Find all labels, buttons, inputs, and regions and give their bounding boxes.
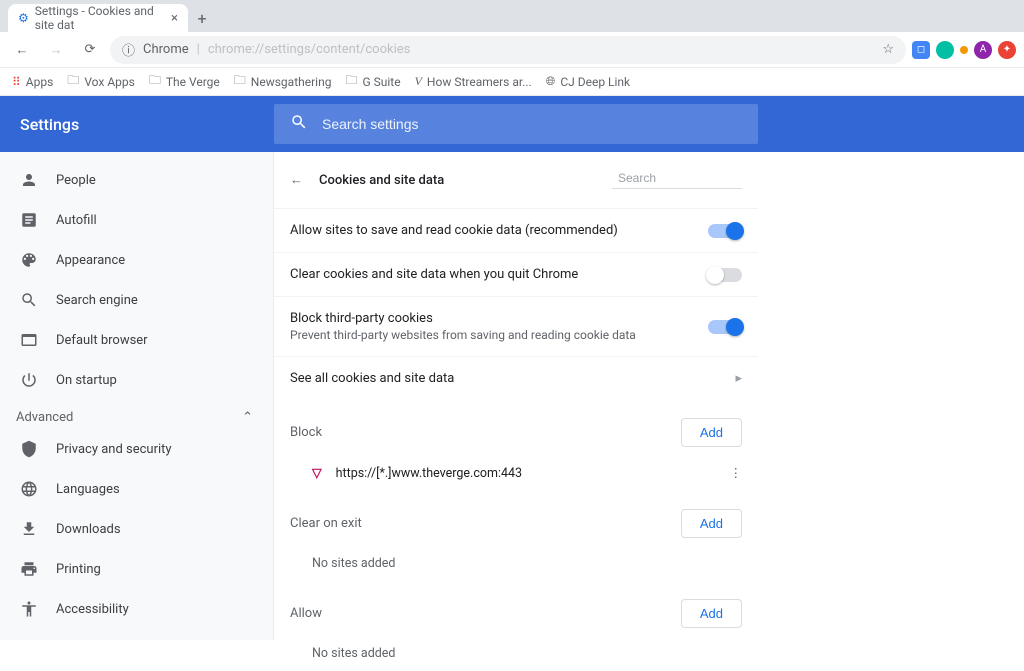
- search-icon: [20, 291, 38, 309]
- close-icon[interactable]: ×: [171, 11, 178, 26]
- main-panel: ← Cookies and site data Allow sites to s…: [274, 152, 1024, 640]
- download-icon: [20, 520, 38, 538]
- empty-state: No sites added: [274, 636, 758, 671]
- shield-icon: [20, 440, 38, 458]
- sidebar-item-search-engine[interactable]: Search engine: [0, 280, 273, 320]
- settings-header: Settings: [0, 96, 1024, 152]
- bookmark-item[interactable]: 🌐︎CJ Deep Link: [546, 74, 630, 89]
- sidebar-item-people[interactable]: People: [0, 160, 273, 200]
- panel-search[interactable]: [612, 171, 742, 189]
- sidebar-item-privacy[interactable]: Privacy and security: [0, 429, 273, 469]
- toggle-allow-cookies[interactable]: [708, 224, 742, 238]
- row-clear-on-quit: Clear cookies and site data when you qui…: [274, 252, 758, 296]
- settings-sidebar: People Autofill Appearance Search engine…: [0, 152, 274, 640]
- empty-state: No sites added: [274, 546, 758, 581]
- sidebar-advanced-toggle[interactable]: Advanced ⌃: [0, 400, 273, 429]
- panel-header: ← Cookies and site data: [274, 152, 758, 208]
- apps-icon: ⠿: [12, 75, 21, 89]
- reload-button[interactable]: ⟳: [76, 36, 104, 64]
- autofill-icon: [20, 211, 38, 229]
- back-button[interactable]: ←: [8, 36, 36, 64]
- extension-icon[interactable]: ◻: [912, 41, 930, 59]
- sidebar-item-default-browser[interactable]: Default browser: [0, 320, 273, 360]
- add-clear-on-exit-button[interactable]: Add: [681, 509, 742, 538]
- browser-icon: [20, 331, 38, 349]
- toggle-clear-on-quit[interactable]: [708, 268, 742, 282]
- profile-avatar[interactable]: A: [974, 41, 992, 59]
- sidebar-item-appearance[interactable]: Appearance: [0, 240, 273, 280]
- search-icon: [290, 113, 308, 135]
- browser-toolbar: ← → ⟳ ⓘ Chrome | chrome://settings/conte…: [0, 32, 1024, 68]
- bookmark-item[interactable]: VHow Streamers ar...: [415, 74, 532, 89]
- forward-button: →: [42, 36, 70, 64]
- person-icon: [20, 171, 38, 189]
- palette-icon: [20, 251, 38, 269]
- sidebar-item-downloads[interactable]: Downloads: [0, 509, 273, 549]
- extension-icon[interactable]: [936, 41, 954, 59]
- accessibility-icon: [20, 600, 38, 618]
- toggle-block-third-party[interactable]: [708, 320, 742, 334]
- bookmark-folder[interactable]: 🗀The Verge: [149, 71, 220, 92]
- address-bar[interactable]: ⓘ Chrome | chrome://settings/content/coo…: [110, 36, 906, 64]
- bookmark-folder[interactable]: 🗀Vox Apps: [67, 71, 135, 92]
- page-title: Cookies and site data: [319, 173, 596, 188]
- section-block: Block Add: [274, 400, 758, 455]
- sidebar-item-languages[interactable]: Languages: [0, 469, 273, 509]
- add-block-button[interactable]: Add: [681, 418, 742, 447]
- sidebar-item-accessibility[interactable]: Accessibility: [0, 589, 273, 629]
- sidebar-item-autofill[interactable]: Autofill: [0, 200, 273, 240]
- bookmark-folder[interactable]: 🗀Newsgathering: [234, 71, 332, 92]
- gear-icon: ⚙: [18, 11, 29, 25]
- back-icon[interactable]: ←: [290, 172, 303, 188]
- folder-icon: 🗀: [345, 71, 357, 92]
- url-scheme: Chrome: [143, 42, 189, 57]
- site-url: https://[*.]www.theverge.com:443: [336, 466, 522, 481]
- chevron-up-icon: ⌃: [242, 410, 253, 425]
- print-icon: [20, 560, 38, 578]
- content-area: People Autofill Appearance Search engine…: [0, 152, 1024, 640]
- settings-title: Settings: [0, 115, 274, 134]
- section-allow: Allow Add: [274, 581, 758, 636]
- sidebar-item-on-startup[interactable]: On startup: [0, 360, 273, 400]
- panel-search-input[interactable]: [618, 171, 773, 185]
- row-allow-cookies: Allow sites to save and read cookie data…: [274, 208, 758, 252]
- browser-tab[interactable]: ⚙ Settings - Cookies and site dat ×: [8, 4, 188, 32]
- more-icon[interactable]: ⋮: [730, 465, 743, 481]
- chevron-right-icon: ▸: [735, 371, 742, 386]
- blocked-site-entry: ▽ https://[*.]www.theverge.com:443 ⋮: [274, 455, 758, 491]
- folder-icon: 🗀: [234, 71, 246, 92]
- section-clear-on-exit: Clear on exit Add: [274, 491, 758, 546]
- globe-icon: 🌐︎: [546, 74, 556, 89]
- add-allow-button[interactable]: Add: [681, 599, 742, 628]
- globe-icon: [20, 480, 38, 498]
- star-icon[interactable]: ☆: [882, 42, 894, 57]
- sidebar-item-printing[interactable]: Printing: [0, 549, 273, 589]
- settings-search[interactable]: [274, 104, 758, 144]
- folder-icon: 🗀: [149, 71, 161, 92]
- row-see-all-cookies[interactable]: See all cookies and site data ▸: [274, 356, 758, 400]
- url-path: chrome://settings/content/cookies: [208, 42, 411, 57]
- extension-icon[interactable]: ✦: [998, 41, 1016, 59]
- bookmark-folder[interactable]: 🗀G Suite: [345, 71, 400, 92]
- bookmark-apps[interactable]: ⠿Apps: [12, 75, 53, 89]
- site-favicon: ▽: [312, 465, 322, 481]
- browser-tab-strip: ⚙ Settings - Cookies and site dat × +: [0, 0, 1024, 32]
- settings-search-input[interactable]: [322, 116, 742, 132]
- site-info-icon[interactable]: ⓘ: [122, 40, 135, 59]
- folder-icon: 🗀: [67, 71, 79, 92]
- site-icon: V: [415, 74, 422, 89]
- extension-icon[interactable]: [960, 46, 968, 54]
- power-icon: [20, 371, 38, 389]
- sidebar-item-system[interactable]: System: [0, 629, 273, 640]
- bookmarks-bar: ⠿Apps 🗀Vox Apps 🗀The Verge 🗀Newsgatherin…: [0, 68, 1024, 96]
- tab-title: Settings - Cookies and site dat: [35, 4, 161, 32]
- new-tab-button[interactable]: +: [188, 4, 216, 32]
- row-block-third-party: Block third-party cookies Prevent third-…: [274, 296, 758, 356]
